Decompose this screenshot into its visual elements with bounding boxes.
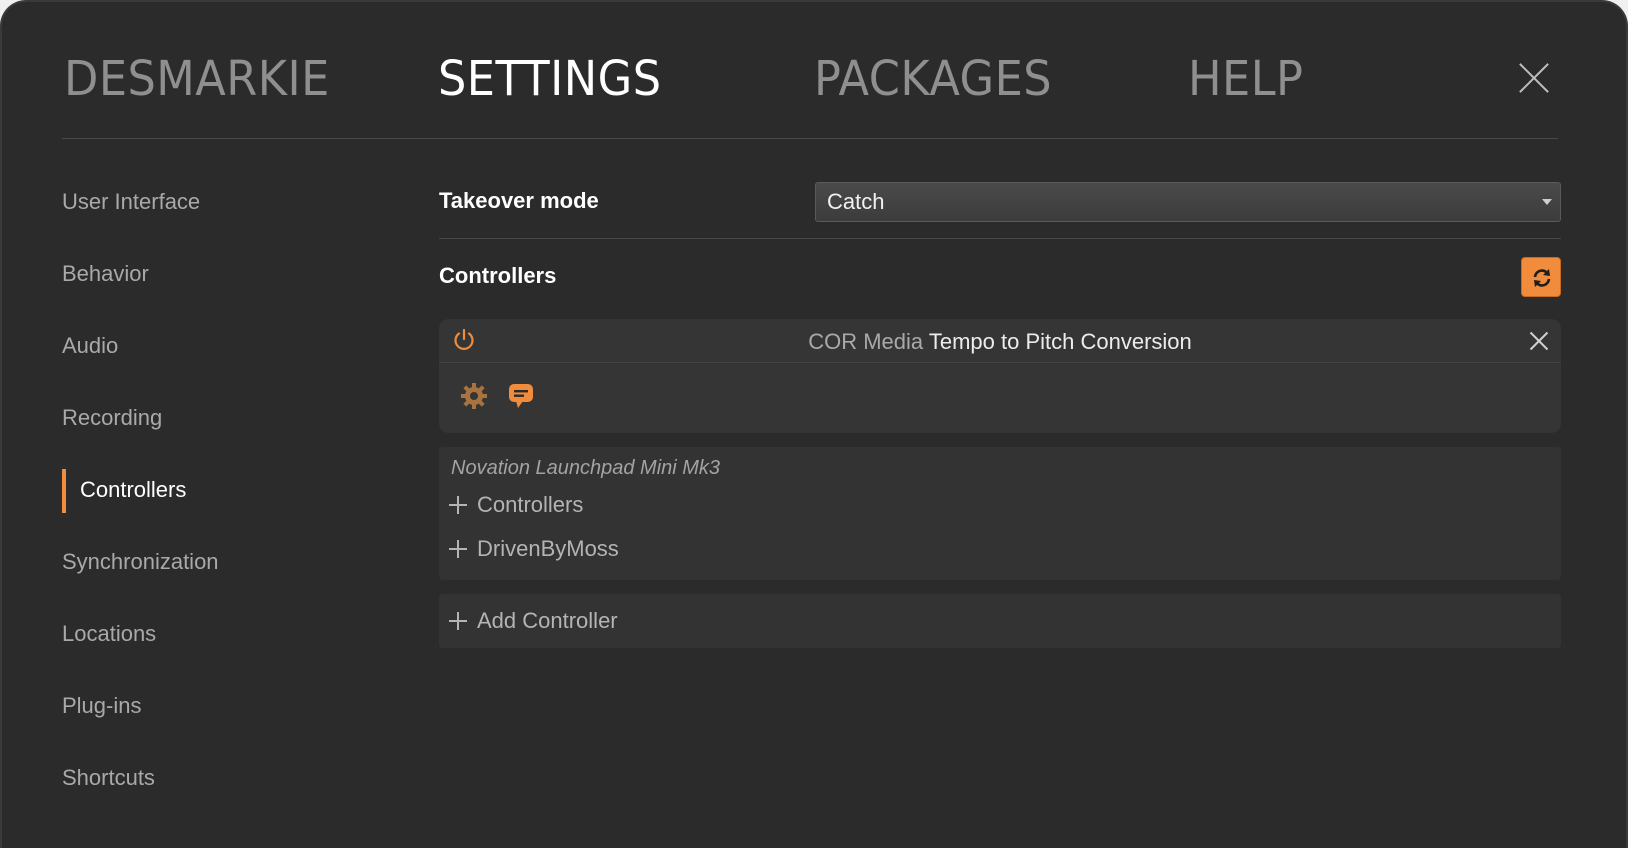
sidebar-item-audio[interactable]: Audio xyxy=(62,318,392,390)
sidebar-item-recording[interactable]: Recording xyxy=(62,390,392,462)
header-divider xyxy=(62,138,1558,139)
controller-card: COR Media Tempo to Pitch Conversion xyxy=(439,319,1561,433)
sidebar-item-controllers[interactable]: Controllers xyxy=(62,462,392,534)
takeover-mode-label: Takeover mode xyxy=(439,188,599,213)
plus-icon xyxy=(449,612,467,630)
controllers-header-row: Controllers xyxy=(439,239,1561,317)
takeover-mode-select[interactable]: Catch xyxy=(815,182,1561,222)
settings-main: Takeover mode Catch Controllers COR Medi… xyxy=(439,172,1561,648)
add-controller-button[interactable]: Add Controller xyxy=(439,594,1561,648)
sidebar-item-synchronization[interactable]: Synchronization xyxy=(62,534,392,606)
add-controller-label: Add Controller xyxy=(477,608,618,633)
controller-card-header: COR Media Tempo to Pitch Conversion xyxy=(439,319,1561,363)
refresh-icon xyxy=(1533,269,1551,287)
sidebar-item-user-interface[interactable]: User Interface xyxy=(62,174,392,246)
sidebar-item-behavior[interactable]: Behavior xyxy=(62,246,392,318)
expand-controllers[interactable]: Controllers xyxy=(449,489,583,521)
expand-drivenbymoss[interactable]: DrivenByMoss xyxy=(449,533,619,565)
tab-packages[interactable]: PACKAGES xyxy=(814,44,1052,114)
tab-help[interactable]: HELP xyxy=(1188,44,1303,114)
plus-icon xyxy=(449,540,467,558)
settings-window: DESMARKIE SETTINGS PACKAGES HELP User In… xyxy=(0,0,1628,848)
expand-drivenbymoss-label: DrivenByMoss xyxy=(477,536,619,561)
gear-icon[interactable] xyxy=(459,381,489,411)
add-controller-row: Add Controller xyxy=(449,605,618,637)
message-icon[interactable] xyxy=(507,381,537,411)
device-name: Novation Launchpad Mini Mk3 xyxy=(451,457,721,479)
sidebar-item-shortcuts[interactable]: Shortcuts xyxy=(62,750,392,822)
close-icon[interactable] xyxy=(1529,331,1549,351)
expand-controllers-label: Controllers xyxy=(477,492,584,517)
tab-desmarkie[interactable]: DESMARKIE xyxy=(64,44,330,114)
sidebar-item-plug-ins[interactable]: Plug-ins xyxy=(62,678,392,750)
sidebar-item-locations[interactable]: Locations xyxy=(62,606,392,678)
controller-vendor: COR Media xyxy=(808,329,924,354)
refresh-button[interactable] xyxy=(1521,257,1561,297)
tab-settings[interactable]: SETTINGS xyxy=(438,44,662,114)
controller-title: COR Media Tempo to Pitch Conversion xyxy=(439,329,1561,355)
plus-icon xyxy=(449,496,467,514)
chevron-down-icon xyxy=(1542,199,1552,205)
takeover-mode-row: Takeover mode Catch xyxy=(439,172,1561,238)
close-icon[interactable] xyxy=(1514,58,1554,98)
settings-sidebar: User Interface Behavior Audio Recording … xyxy=(62,174,392,822)
controllers-heading: Controllers xyxy=(439,263,557,288)
device-panel: Novation Launchpad Mini Mk3 Controllers … xyxy=(439,447,1561,580)
top-navigation: DESMARKIE SETTINGS PACKAGES HELP xyxy=(64,44,1564,114)
controller-name: Tempo to Pitch Conversion xyxy=(928,329,1192,354)
takeover-mode-value: Catch xyxy=(827,189,885,214)
